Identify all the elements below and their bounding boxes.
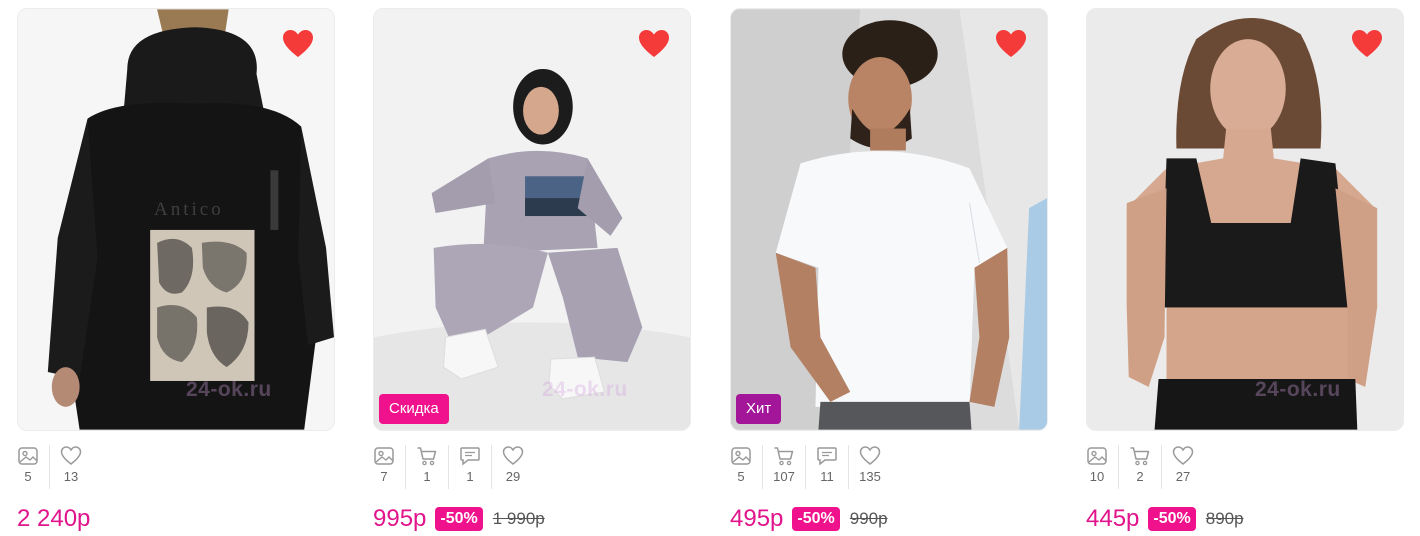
image-icon [731,447,751,465]
price-row: 445р -50% 890р [1086,502,1244,536]
hit-badge: Хит [736,394,782,424]
like-count: 27 [1175,469,1191,484]
current-price: 445р [1086,505,1140,532]
product-card-tshirt[interactable]: Хит 5 107 11 135 495р -50% 990р [730,8,1048,535]
favorite-heart-icon[interactable] [1349,26,1385,62]
image-icon [18,447,38,465]
favorite-heart-icon[interactable] [636,26,672,62]
product-stats: 10 2 27 [1086,445,1204,489]
discount-badge: -50% [1148,507,1196,531]
stat-photos[interactable]: 10 [1086,445,1118,489]
cart-icon [417,447,437,466]
product-card-sweatsuit[interactable]: 24-ok.ru Скидка 7 1 1 29 995р -50% 1 990… [373,8,691,535]
cart-icon [1130,447,1150,466]
stat-cart[interactable]: 1 [405,445,448,489]
stat-likes[interactable]: 135 [848,445,891,489]
heart-outline-icon [502,446,524,465]
stat-photos[interactable]: 5 [17,445,49,489]
comment-count: 1 [466,469,474,484]
photo-count: 7 [380,469,388,484]
product-grid: Antico 24-ok.ru 5 13 2 240р 24-ok.ru Ски… [0,0,1420,535]
like-count: 29 [505,469,521,484]
stat-cart[interactable]: 2 [1118,445,1161,489]
product-photo[interactable]: Хит [730,8,1048,431]
stat-photos[interactable]: 7 [373,445,405,489]
product-photo[interactable]: 24-ok.ru Скидка [373,8,691,431]
image-icon [374,447,394,465]
stat-photos[interactable]: 5 [730,445,762,489]
comment-count: 11 [820,469,834,484]
image-icon [1087,447,1107,465]
stat-cart[interactable]: 107 [762,445,805,489]
heart-outline-icon [1172,446,1194,465]
price-row: 2 240р [17,502,90,536]
sale-badge: Скидка [379,394,449,424]
stat-likes[interactable]: 27 [1161,445,1204,489]
current-price: 2 240р [17,505,91,532]
stat-likes[interactable]: 13 [49,445,92,489]
price-row: 995р -50% 1 990р [373,502,545,536]
photo-count: 5 [24,469,32,484]
cart-count: 1 [423,469,431,484]
cart-icon [774,447,794,466]
crop-top-photo [1087,9,1403,430]
product-photo[interactable]: Antico 24-ok.ru [17,8,335,431]
favorite-heart-icon[interactable] [280,26,316,62]
watermark: 24-ok.ru [542,378,628,401]
old-price: 890р [1205,509,1244,528]
favorite-heart-icon[interactable] [993,26,1029,62]
product-stats: 5 13 [17,445,92,489]
heart-outline-icon [859,446,881,465]
comment-icon [817,447,837,466]
sweatsuit-photo [374,9,690,430]
watermark: 24-ok.ru [1255,378,1341,401]
like-count: 135 [859,469,881,484]
old-price: 1 990р [492,509,545,528]
discount-badge: -50% [792,507,840,531]
product-card-crop-top[interactable]: 24-ok.ru 10 2 27 445р -50% 890р [1086,8,1404,535]
stat-likes[interactable]: 29 [491,445,534,489]
price-row: 495р -50% 990р [730,502,888,536]
photo-count: 10 [1089,469,1105,484]
print-text: Antico [154,199,224,220]
heart-outline-icon [60,446,82,465]
product-photo[interactable]: 24-ok.ru [1086,8,1404,431]
discount-badge: -50% [435,507,483,531]
current-price: 495р [730,505,784,532]
like-count: 13 [63,469,79,484]
tshirt-photo [731,9,1047,430]
current-price: 995р [373,505,427,532]
stat-comments[interactable]: 1 [448,445,491,489]
comment-icon [460,447,480,466]
product-card-hoodie[interactable]: Antico 24-ok.ru 5 13 2 240р [17,8,335,535]
cart-count: 107 [773,469,795,484]
old-price: 990р [849,509,888,528]
photo-count: 5 [737,469,745,484]
cart-count: 2 [1136,469,1144,484]
product-stats: 7 1 1 29 [373,445,534,489]
product-stats: 5 107 11 135 [730,445,891,489]
watermark: 24-ok.ru [186,378,272,401]
stat-comments[interactable]: 11 [805,445,848,489]
